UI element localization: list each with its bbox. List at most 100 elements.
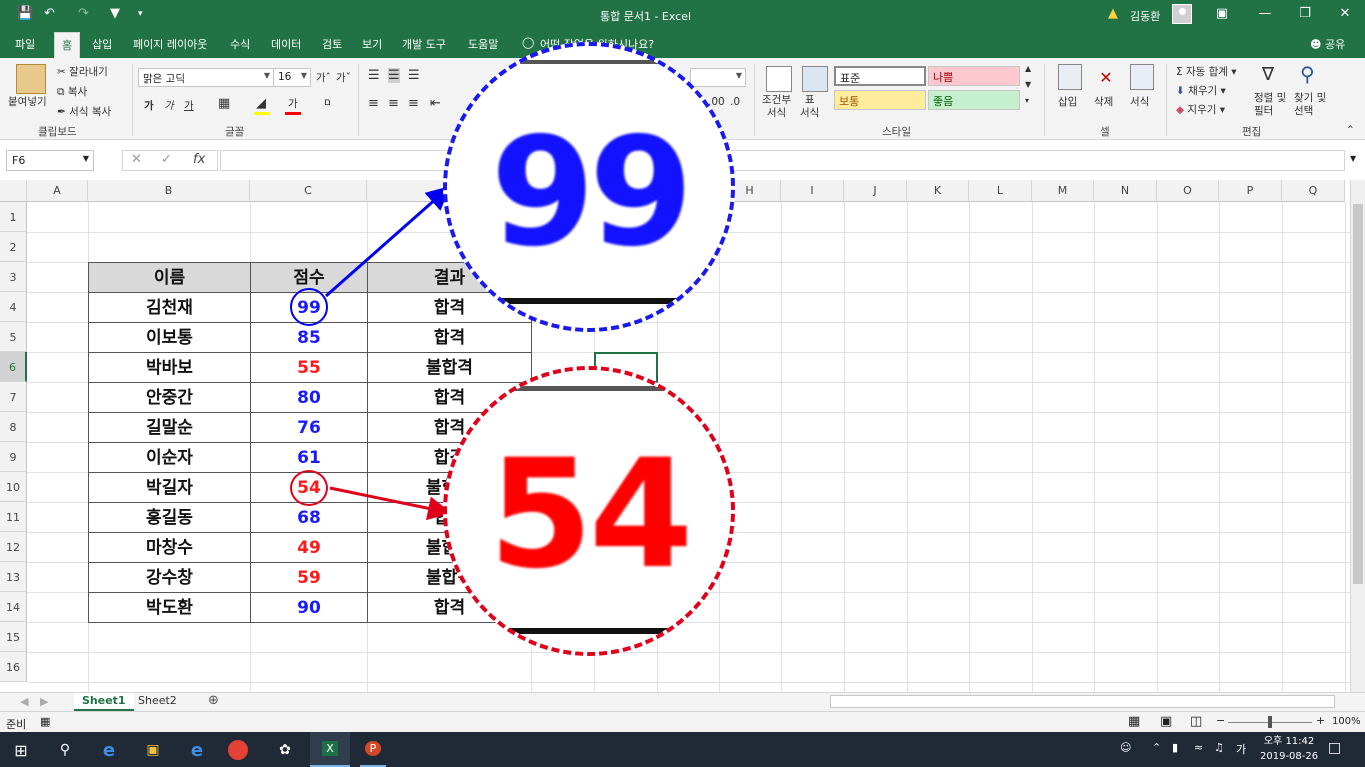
table-cell-result[interactable]: 합격 xyxy=(367,322,532,353)
warning-icon[interactable]: ▲ xyxy=(1108,6,1118,21)
select-all-corner[interactable] xyxy=(0,180,27,202)
horizontal-scrollbar[interactable] xyxy=(830,695,1335,708)
table-cell-score[interactable]: 61 xyxy=(250,442,368,473)
tab-page-layout[interactable]: 페이지 레이아웃 xyxy=(133,36,207,52)
zoom-slider-thumb[interactable] xyxy=(1268,716,1272,728)
conditional-format-button[interactable]: 조건부 서식 xyxy=(762,94,791,120)
align-left-icon[interactable]: ≡ xyxy=(368,96,379,111)
font-color-icon[interactable]: 가 xyxy=(288,96,298,111)
avatar[interactable] xyxy=(1172,4,1192,24)
zoom-level[interactable]: 100% xyxy=(1332,716,1361,727)
tab-insert[interactable]: 삽입 xyxy=(92,36,112,52)
column-header-j[interactable]: J xyxy=(844,180,907,202)
tab-help[interactable]: 도움말 xyxy=(468,36,498,52)
column-header-p[interactable]: P xyxy=(1219,180,1282,202)
chrome-icon[interactable] xyxy=(228,740,248,760)
row-header-9[interactable]: 9 xyxy=(0,442,27,472)
align-center-icon[interactable]: ≡ xyxy=(388,96,399,111)
prev-sheet-icon[interactable]: ◀ xyxy=(20,695,28,708)
row-header-5[interactable]: 5 xyxy=(0,322,27,352)
row-header-15[interactable]: 15 xyxy=(0,622,27,652)
row-header-16[interactable]: 16 xyxy=(0,652,27,682)
normal-view-icon[interactable]: ▦ xyxy=(1128,714,1140,729)
table-cell-name[interactable]: 홍길동 xyxy=(88,502,251,533)
app-icon[interactable]: ✿ xyxy=(272,737,298,763)
copy-button[interactable]: ⧉ 복사 xyxy=(57,84,87,99)
table-cell-score[interactable]: 59 xyxy=(250,562,368,593)
expand-formula-icon[interactable]: ▼ xyxy=(1350,154,1356,163)
share-button[interactable]: ☻ 공유 xyxy=(1310,36,1345,52)
row-header-14[interactable]: 14 xyxy=(0,592,27,622)
page-layout-view-icon[interactable]: ▣ xyxy=(1160,714,1172,729)
underline-button[interactable]: 가 xyxy=(184,98,194,113)
insert-function-icon[interactable]: fx xyxy=(193,152,205,167)
table-cell-score[interactable]: 55 xyxy=(250,352,368,383)
tab-developer[interactable]: 개발 도구 xyxy=(402,36,446,52)
clock[interactable]: 오후 11:42 2019-08-26 xyxy=(1260,734,1318,764)
font-name-select[interactable]: 맑은 고딕 ▼ xyxy=(138,68,274,87)
tab-data[interactable]: 데이터 xyxy=(271,36,301,52)
styles-scroll-up-icon[interactable]: ▲ xyxy=(1025,64,1031,73)
redo-icon[interactable]: ↷ xyxy=(78,6,89,21)
indent-icon[interactable]: ⇤ xyxy=(430,96,441,111)
table-header-cell[interactable]: 이름 xyxy=(88,262,251,293)
table-cell-name[interactable]: 이순자 xyxy=(88,442,251,473)
fill-color-icon[interactable]: ◢ xyxy=(256,96,266,111)
next-sheet-icon[interactable]: ▶ xyxy=(40,695,48,708)
row-header-12[interactable]: 12 xyxy=(0,532,27,562)
align-bottom-icon[interactable]: ☰ xyxy=(408,68,420,83)
battery-icon[interactable]: ▮ xyxy=(1172,741,1178,754)
column-header-a[interactable]: A xyxy=(27,180,88,202)
table-cell-score[interactable]: 76 xyxy=(250,412,368,443)
format-table-button[interactable]: 표 서식 xyxy=(800,94,819,120)
table-cell-name[interactable]: 박길자 xyxy=(88,472,251,503)
sort-filter-button[interactable]: 정렬 및 필터 xyxy=(1254,92,1286,118)
grow-font-icon[interactable]: 가ˆ xyxy=(316,70,331,85)
restore-button[interactable]: ❐ xyxy=(1285,3,1325,25)
table-cell-name[interactable]: 이보통 xyxy=(88,322,251,353)
close-button[interactable]: ✕ xyxy=(1325,3,1365,25)
sheet-tab-1[interactable]: Sheet1 xyxy=(74,693,134,711)
row-header-10[interactable]: 10 xyxy=(0,472,27,502)
edge-icon[interactable]: e xyxy=(96,737,122,763)
style-bad[interactable]: 나쁨 xyxy=(928,66,1020,86)
row-header-4[interactable]: 4 xyxy=(0,292,27,322)
italic-button[interactable]: 가 xyxy=(164,98,174,113)
row-header-6[interactable]: 6 xyxy=(0,352,27,382)
format-cells-icon[interactable] xyxy=(1130,64,1154,90)
insert-cells-button[interactable]: 삽입 xyxy=(1058,94,1077,109)
table-cell-name[interactable]: 박도환 xyxy=(88,592,251,623)
people-icon[interactable]: ☺ xyxy=(1120,741,1131,754)
table-cell-result[interactable]: 불합격 xyxy=(367,352,532,383)
scroll-thumb[interactable] xyxy=(1353,204,1363,584)
table-cell-name[interactable]: 김천재 xyxy=(88,292,251,323)
row-header-8[interactable]: 8 xyxy=(0,412,27,442)
delete-cells-icon[interactable]: ✕ xyxy=(1094,64,1118,90)
column-header-c[interactable]: C xyxy=(250,180,367,202)
font-size-select[interactable]: 16 ▼ xyxy=(273,68,311,87)
paste-icon[interactable] xyxy=(16,64,46,94)
customize-toolbar-icon[interactable]: ▾ xyxy=(138,9,143,19)
shrink-font-icon[interactable]: 가ˇ xyxy=(336,70,351,85)
enter-icon[interactable]: ✓ xyxy=(161,152,172,167)
minimize-button[interactable]: — xyxy=(1245,3,1285,25)
align-right-icon[interactable]: ≡ xyxy=(408,96,419,111)
format-painter-quick-icon[interactable]: ▼ xyxy=(110,6,120,21)
format-cells-button[interactable]: 서식 xyxy=(1130,94,1149,109)
cut-button[interactable]: ✂ 잘라내기 xyxy=(57,64,108,79)
excel-taskbar-icon[interactable]: X xyxy=(310,732,350,767)
tab-formulas[interactable]: 수식 xyxy=(230,36,250,52)
row-header-2[interactable]: 2 xyxy=(0,232,27,262)
column-header-i[interactable]: I xyxy=(781,180,844,202)
table-cell-name[interactable]: 박바보 xyxy=(88,352,251,383)
bold-button[interactable]: 가 xyxy=(144,98,154,113)
number-format-select[interactable]: ▼ xyxy=(690,68,746,87)
formula-input[interactable] xyxy=(220,150,1345,171)
decimal-decrease-icon[interactable]: .0 xyxy=(730,96,740,108)
tray-chevron-icon[interactable]: ⌃ xyxy=(1152,741,1161,754)
user-name[interactable]: 김동환 xyxy=(1130,8,1160,24)
add-sheet-icon[interactable]: ⊕ xyxy=(208,693,219,708)
column-header-m[interactable]: M xyxy=(1032,180,1094,202)
border-icon[interactable]: ▦ xyxy=(218,96,230,111)
paste-button[interactable]: 붙여넣기 xyxy=(8,94,47,109)
